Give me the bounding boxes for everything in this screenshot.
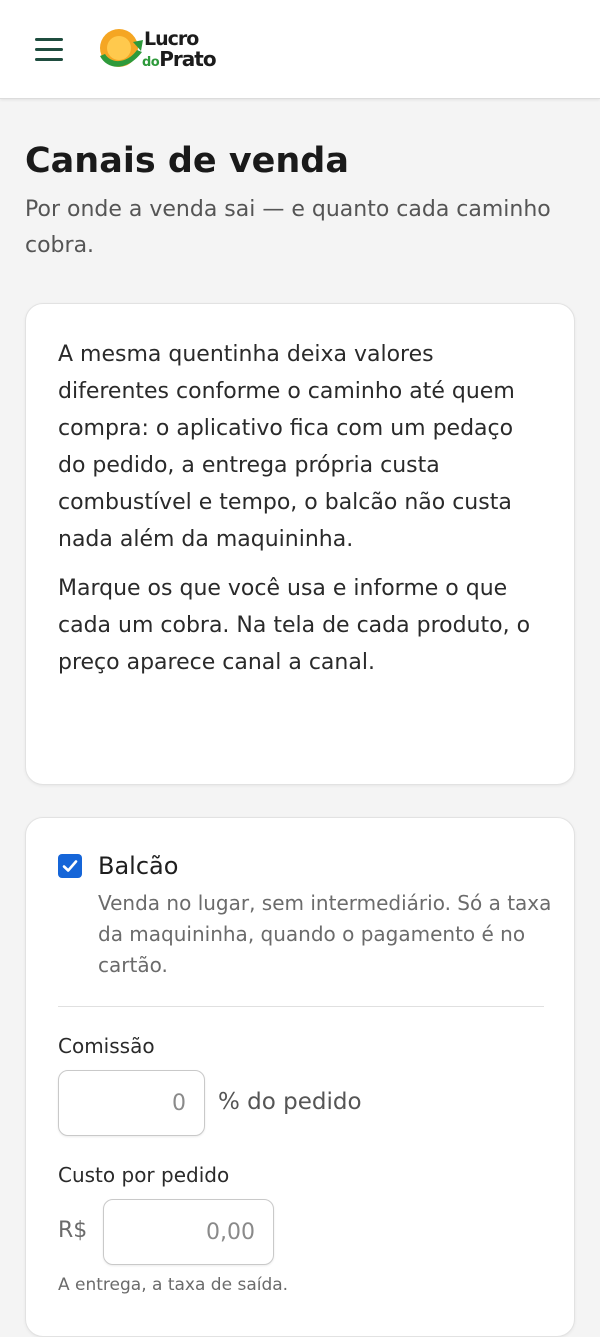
cost-hint: A entrega, a taxa de saída.: [58, 1275, 289, 1295]
commission-suffix: % do pedido: [218, 1089, 362, 1115]
logo-text-do: do: [142, 55, 160, 70]
checkmark-icon: [62, 860, 78, 872]
page-title: Canais de venda: [25, 141, 349, 181]
channel-card-balcao: Balcão Venda no lugar, sem intermediário…: [25, 817, 575, 1337]
commission-label: Comissão: [58, 1034, 155, 1058]
currency-prefix: R$: [58, 1218, 88, 1243]
cost-per-order-label: Custo por pedido: [58, 1163, 230, 1187]
hamburger-menu-icon[interactable]: [32, 36, 66, 64]
logo-plate-icon: [100, 29, 143, 67]
logo-text-prato: Prato: [159, 47, 216, 71]
channel-name[interactable]: Balcão: [98, 850, 178, 882]
channel-description: Venda no lugar, sem intermediário. Só a …: [98, 891, 552, 977]
divider: [58, 1006, 544, 1007]
logo-text-do-prato: doPrato: [142, 47, 217, 75]
channel-checkbox[interactable]: [58, 854, 82, 878]
commission-input[interactable]: [58, 1070, 205, 1136]
lucro-do-prato-logo[interactable]: Lucro doPrato: [97, 26, 232, 74]
page-subtitle: Por onde a venda sai — e quanto cada cam…: [25, 197, 551, 258]
intro-card: A mesma quentinha deixa valores diferent…: [25, 303, 575, 785]
intro-paragraph-2: Marque os que você usa e informe o que c…: [58, 576, 531, 675]
cost-per-order-input[interactable]: [103, 1199, 274, 1265]
top-bar: Lucro doPrato: [0, 0, 600, 99]
intro-paragraph-1: A mesma quentinha deixa valores diferent…: [58, 342, 515, 552]
